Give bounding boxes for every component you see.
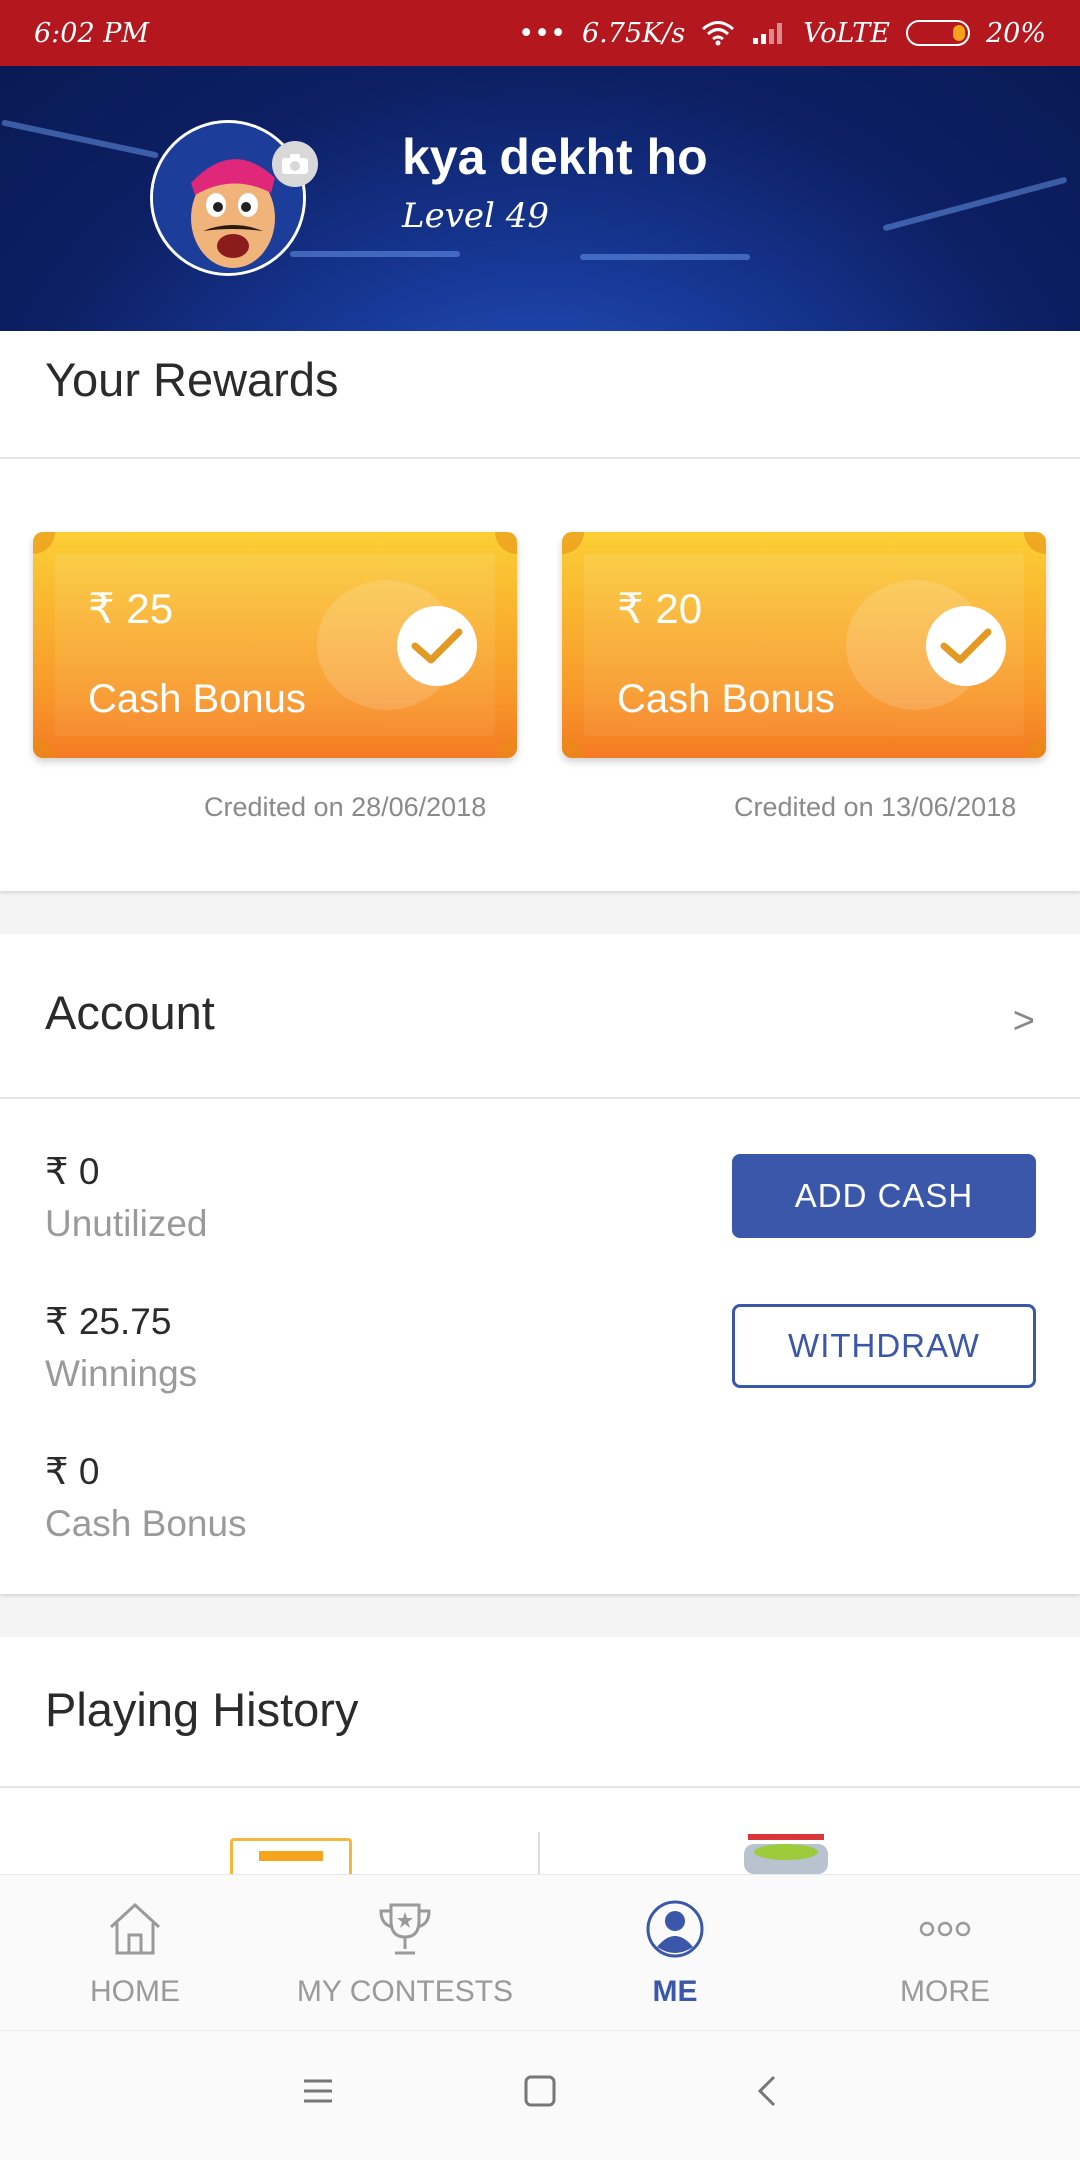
ticket-icon bbox=[230, 1838, 352, 1878]
camera-icon[interactable] bbox=[272, 141, 318, 187]
system-nav-bar bbox=[0, 2030, 1080, 2160]
status-bar: 6:02 PM ••• 6.75K/s VoLTE 20% bbox=[0, 0, 1080, 66]
stadium-icon bbox=[744, 1834, 828, 1874]
reward-credited-date: Credited on 13/06/2018 bbox=[734, 792, 1017, 822]
cash-bonus-label: Cash Bonus bbox=[45, 1503, 247, 1544]
nav-my-contests[interactable]: MY CONTESTS bbox=[270, 1875, 540, 2031]
nav-me-label: ME bbox=[652, 1975, 698, 2008]
reward-ticket-2[interactable]: ₹ 20 Cash Bonus bbox=[562, 532, 1046, 758]
bottom-nav: HOME MY CONTESTS ME MORE bbox=[0, 1874, 1080, 2030]
battery-percent: 20% bbox=[985, 17, 1046, 49]
back-icon[interactable] bbox=[750, 2073, 786, 2109]
reward-label: Cash Bonus bbox=[88, 677, 306, 721]
winnings-label: Winnings bbox=[45, 1353, 198, 1394]
withdraw-button[interactable]: WITHDRAW bbox=[732, 1304, 1036, 1388]
user-level: Level 49 bbox=[402, 196, 549, 236]
nav-my-contests-label: MY CONTESTS bbox=[296, 1975, 514, 2008]
home-icon bbox=[109, 1902, 161, 1955]
user-icon bbox=[646, 1900, 704, 1958]
profile-header: kya dekht ho Level 49 bbox=[0, 66, 1080, 331]
winnings-amount: ₹ 25.75 bbox=[45, 1301, 172, 1342]
trophy-icon bbox=[379, 1903, 431, 1955]
reward-amount: ₹ 25 bbox=[88, 585, 174, 632]
nav-home[interactable]: HOME bbox=[0, 1875, 270, 2031]
check-icon bbox=[397, 606, 477, 686]
playing-history-card bbox=[0, 1637, 1080, 1897]
network-type: VoLTE bbox=[803, 17, 890, 49]
dots-icon: ••• bbox=[518, 17, 566, 49]
rewards-divider bbox=[0, 457, 1080, 459]
nav-more-label: MORE bbox=[900, 1975, 990, 2008]
add-cash-button[interactable]: ADD CASH bbox=[732, 1154, 1036, 1238]
history-divider bbox=[0, 1786, 1080, 1788]
account-divider bbox=[0, 1097, 1080, 1099]
reward-credited-date: Credited on 28/06/2018 bbox=[204, 792, 487, 822]
battery-icon bbox=[905, 20, 970, 46]
chevron-right-icon[interactable]: > bbox=[1013, 1000, 1035, 1043]
rewards-title: Your Rewards bbox=[45, 353, 339, 406]
check-icon bbox=[926, 606, 1006, 686]
more-icon bbox=[919, 1921, 971, 1937]
unutilized-label: Unutilized bbox=[45, 1203, 208, 1244]
reward-ticket-1[interactable]: ₹ 25 Cash Bonus bbox=[33, 532, 517, 758]
nav-home-label: HOME bbox=[90, 1975, 180, 2008]
menu-icon[interactable] bbox=[300, 2073, 336, 2109]
wifi-icon bbox=[702, 21, 735, 46]
signal-icon bbox=[753, 23, 783, 44]
reward-label: Cash Bonus bbox=[617, 677, 835, 721]
network-speed: 6.75K/s bbox=[582, 17, 686, 49]
nav-more[interactable]: MORE bbox=[810, 1875, 1080, 2031]
unutilized-amount: ₹ 0 bbox=[45, 1151, 100, 1192]
history-column-divider bbox=[538, 1832, 540, 1874]
status-time: 6:02 PM bbox=[34, 17, 150, 49]
playing-history-title: Playing History bbox=[45, 1683, 359, 1736]
reward-amount: ₹ 20 bbox=[617, 585, 703, 632]
battery-level bbox=[952, 25, 965, 41]
cash-bonus-amount: ₹ 0 bbox=[45, 1451, 100, 1492]
nav-me[interactable]: ME bbox=[540, 1875, 810, 2031]
user-name: kya dekht ho bbox=[402, 129, 708, 185]
account-title[interactable]: Account bbox=[45, 985, 215, 1040]
home-square-icon[interactable] bbox=[522, 2073, 558, 2109]
